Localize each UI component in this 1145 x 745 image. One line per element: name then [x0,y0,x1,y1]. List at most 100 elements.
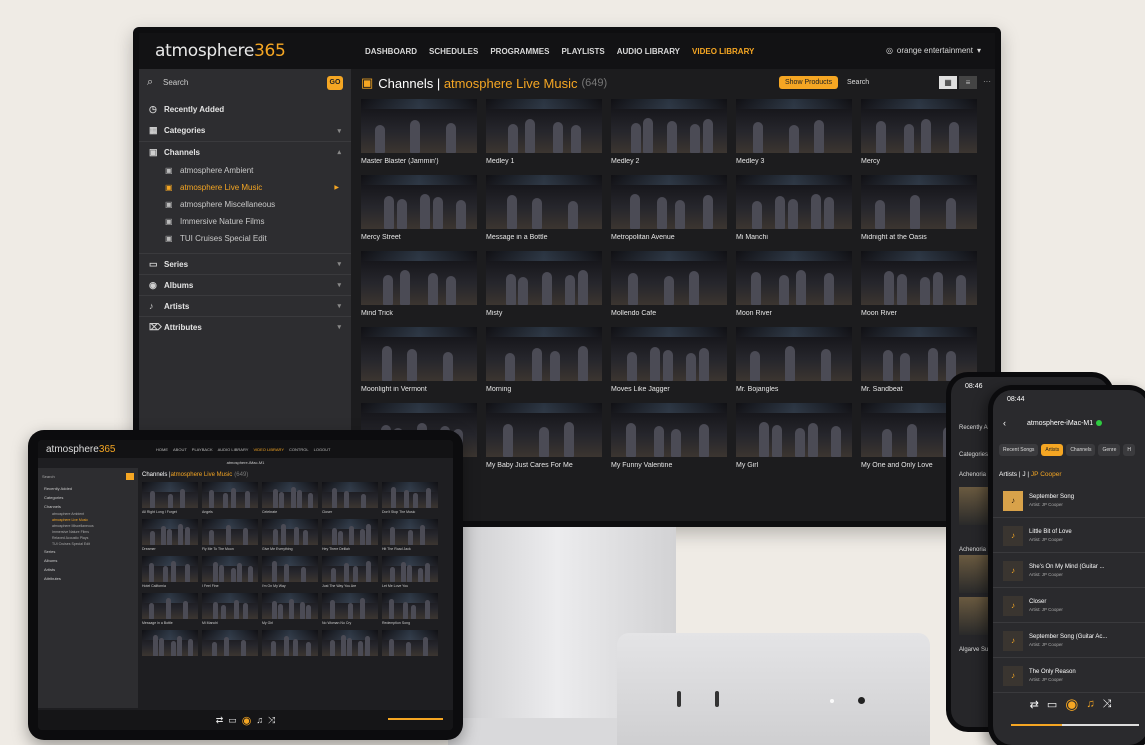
tablet-sidebar-item[interactable]: Categories [38,493,138,502]
tablet-video-tile[interactable]: Don't Stop The Music [382,482,438,519]
tablet-video-tile[interactable]: Angels [202,482,258,519]
phone-tab[interactable]: Genre [1098,444,1121,456]
sidebar-item-artists[interactable]: ♪ Artists ▾ [139,295,351,316]
nav-item-video-library[interactable]: VIDEO LIBRARY [692,47,754,56]
phone-tab[interactable]: H [1123,444,1135,456]
shuffle-icon[interactable]: ⤨ [268,715,275,726]
video-tile[interactable]: Morning [486,327,602,403]
tablet-nav-item[interactable]: VIDEO LIBRARY [253,447,284,452]
account-menu[interactable]: ◎ orange entertainment ▾ [886,46,981,55]
video-tile[interactable]: Message in a Bottle [486,175,602,251]
phone-tab[interactable]: Artists [1041,444,1064,456]
tablet-sidebar-item[interactable]: Artists [38,565,138,574]
tablet-search[interactable]: Search [42,470,134,482]
list-view-icon[interactable]: ≡ [959,76,977,89]
sidebar-item-recently-added[interactable]: ◷ Recently Added [139,99,351,120]
tablet-video-tile[interactable]: Mi Manchi [202,593,258,630]
tablet-nav-item[interactable]: LOGOUT [314,447,331,452]
nav-item-audio-library[interactable]: AUDIO LIBRARY [617,47,680,56]
tablet-sidebar-item[interactable]: Attributes [38,574,138,583]
tablet-video-tile[interactable]: No Woman No Cry [322,593,378,630]
tablet-video-tile[interactable]: I'm On My Way [262,556,318,593]
video-tile[interactable]: Metropolitan Avenue [611,175,727,251]
video-tile[interactable]: Misty [486,251,602,327]
video-tile[interactable]: Mercy Street [361,175,477,251]
tablet-nav-item[interactable]: PLAYBACK [192,447,213,452]
screen-icon[interactable]: ▭ [228,715,237,726]
video-tile[interactable]: Moon River [861,251,977,327]
nav-item-schedules[interactable]: SCHEDULES [429,47,478,56]
tablet-video-tile[interactable]: I Feel Fine [202,556,258,593]
search-input[interactable]: Search [163,78,327,87]
nav-item-playlists[interactable]: PLAYLISTS [561,47,604,56]
song-row[interactable]: ♪ Little Bit of Love Artist: JP Cooper [993,519,1145,553]
tablet-video-tile[interactable] [262,630,318,667]
tablet-video-tile[interactable]: Dreamer [142,519,198,556]
tablet-nav-item[interactable]: ABOUT [173,447,187,452]
tablet-logo[interactable]: atmosphere365 [46,444,156,455]
sidebar-item-categories[interactable]: ▦ Categories ▾ [139,120,351,141]
tablet-video-tile[interactable]: Hotel California [142,556,198,593]
tablet-video-tile[interactable]: My Girl [262,593,318,630]
sidebar-channel-item[interactable]: ▣ atmosphere Live Music ▶ [139,179,351,196]
video-tile[interactable]: Mr. Bojangles [736,327,852,403]
shuffle-icon[interactable]: ⤨ [1103,698,1112,711]
tablet-video-tile[interactable]: Redemption Song [382,593,438,630]
tablet-sidebar-item[interactable]: Albums [38,556,138,565]
sidebar-item-albums[interactable]: ◉ Albums ▾ [139,274,351,295]
more-icon[interactable]: ··· [983,77,991,86]
nav-item-programmes[interactable]: PROGRAMMES [490,47,549,56]
tablet-nav-item[interactable]: AUDIO LIBRARY [218,447,249,452]
back-icon[interactable]: ‹ [1003,418,1027,428]
song-row[interactable]: ♪ She's On My Mind (Guitar ... Artist: JP … [993,554,1145,588]
video-tile[interactable]: Master Blaster (Jammin') [361,99,477,175]
sidebar-channel-item[interactable]: ▣ Immersive Nature Films [139,213,351,230]
video-tile[interactable]: My Funny Valentine [611,403,727,479]
song-row[interactable]: ♪ September Song (Guitar Ac... Artist: JP … [993,624,1145,658]
video-tile[interactable]: Mollendo Cafe [611,251,727,327]
video-tile[interactable]: Moonlight in Vermont [361,327,477,403]
tablet-video-tile[interactable]: Give Me Everything [262,519,318,556]
sidebar-item-channels[interactable]: ▣ Channels ▴ [139,141,351,162]
tablet-nav-item[interactable]: CONTROL [289,447,309,452]
tablet-sidebar-item[interactable]: Series [38,547,138,556]
tablet-video-tile[interactable] [322,630,378,667]
sidebar-item-attributes[interactable]: ⌦ Attributes ▾ [139,316,351,337]
tablet-nav-item[interactable]: HOME [156,447,168,452]
video-tile[interactable]: Moon River [736,251,852,327]
phone-back-label[interactable]: Categories [959,452,988,458]
tablet-video-tile[interactable] [142,630,198,667]
app-logo[interactable]: atmosphere365 [155,41,365,61]
volume-slider[interactable] [388,718,443,720]
music-icon[interactable]: ♫ [256,715,263,725]
main-search-input[interactable]: Search [847,79,869,86]
video-tile[interactable]: Medley 2 [611,99,727,175]
show-products-button[interactable]: Show Products [779,76,839,89]
video-tile[interactable]: Medley 3 [736,99,852,175]
grid-view-icon[interactable]: ▦ [939,76,957,89]
video-tile[interactable]: Midnight at the Oasis [861,175,977,251]
nav-item-dashboard[interactable]: DASHBOARD [365,47,417,56]
repeat-icon[interactable]: ⇄ [1030,698,1039,711]
go-button[interactable] [126,472,134,480]
phone-tab[interactable]: Channels [1066,444,1096,456]
sidebar-search[interactable]: ⌕ Search GO [139,69,351,99]
tablet-video-tile[interactable] [382,630,438,667]
volume-slider[interactable] [1011,724,1139,726]
music-icon[interactable]: ♫ [1086,698,1094,710]
tablet-video-tile[interactable]: Hey There Delilah [322,519,378,556]
tablet-video-tile[interactable]: Just The Way You Are [322,556,378,593]
video-tile[interactable]: Medley 1 [486,99,602,175]
tablet-video-tile[interactable]: Celebrate [262,482,318,519]
tablet-video-tile[interactable]: Let Me Love You [382,556,438,593]
tablet-video-tile[interactable]: All Right Long I Forget [142,482,198,519]
video-tile[interactable]: Mi Manchi [736,175,852,251]
tablet-sidebar-item[interactable]: Recently Added [38,484,138,493]
phone-back-label[interactable]: Algarve Sun [959,647,992,653]
sidebar-channel-item[interactable]: ▣ atmosphere Ambient [139,162,351,179]
video-tile[interactable]: Moves Like Jagger [611,327,727,403]
tablet-video-tile[interactable] [202,630,258,667]
phone-back-label[interactable]: Recently Ad [959,425,991,431]
sidebar-channel-item[interactable]: ▣ atmosphere Miscellaneous [139,196,351,213]
play-icon[interactable]: ◉ [1065,695,1078,713]
